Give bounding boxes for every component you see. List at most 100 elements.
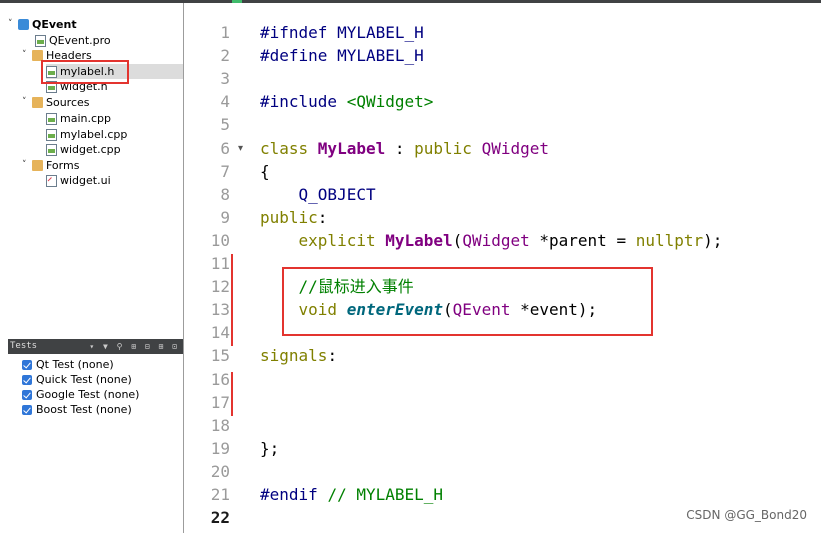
checkbox[interactable]	[22, 404, 32, 415]
line-number: 7	[220, 161, 230, 181]
project-name: QEvent	[32, 18, 77, 31]
chevron-down-icon[interactable]: ˅	[8, 17, 18, 32]
code-line[interactable]: Q_OBJECT	[260, 183, 376, 206]
tree-item-widget-cpp[interactable]: widget.cpp	[46, 142, 121, 157]
line-number: 2	[220, 46, 230, 66]
active-indicator	[232, 0, 242, 3]
line-number: 22	[210, 508, 230, 528]
code-token: QWidget	[481, 138, 550, 158]
line-number: 6	[220, 138, 230, 158]
source-file-icon	[46, 112, 57, 125]
code-token: #endif	[260, 485, 328, 504]
code-line[interactable]: {	[260, 160, 270, 183]
code-token: );	[703, 230, 723, 250]
line-number: 17	[210, 392, 230, 412]
line-number: 4	[220, 92, 230, 112]
code-line[interactable]: #define MYLABEL_H	[260, 44, 424, 67]
tree-item-widget-ui[interactable]: widget.ui	[46, 173, 111, 188]
line-number: 18	[210, 415, 230, 435]
line-number: 20	[210, 461, 230, 481]
test-item[interactable]: Qt Test (none)	[22, 357, 114, 372]
checkbox[interactable]	[22, 389, 32, 400]
folder-icon	[32, 160, 43, 171]
code-line[interactable]: signals:	[260, 344, 337, 367]
line-number: 10	[210, 230, 230, 250]
code-token: #include	[260, 92, 347, 112]
sources-folder-label: Sources	[46, 96, 90, 109]
tree-folder-forms[interactable]: ˅ Forms	[22, 158, 79, 173]
test-label: Quick Test (none)	[36, 373, 132, 386]
line-number: 11	[210, 254, 230, 273]
code-token: };	[260, 438, 280, 458]
code-line[interactable]: #include <QWidget>	[260, 90, 433, 113]
code-token: :	[317, 207, 328, 227]
tests-toolbar[interactable]: ▾ ▼ ⚲ ⊞ ⊟ ⊞ ⊡	[89, 339, 179, 354]
code-line[interactable]: explicit MyLabel(QWidget *parent = nullp…	[260, 229, 723, 252]
pro-file-label: QEvent.pro	[49, 34, 111, 47]
fold-arrow-icon[interactable]: ▾	[238, 143, 243, 154]
file-label: mylabel.cpp	[60, 128, 128, 141]
line-number: 14	[210, 323, 230, 343]
highlight-box-enter-event	[282, 267, 653, 336]
test-label: Qt Test (none)	[36, 358, 114, 371]
file-label: widget.ui	[60, 174, 111, 187]
code-line[interactable]: public:	[260, 206, 327, 229]
forms-folder-label: Forms	[46, 159, 80, 172]
change-marker	[231, 372, 233, 416]
chevron-down-icon[interactable]: ˅	[22, 95, 32, 110]
code-token: nullptr	[635, 230, 704, 250]
code-line[interactable]: #ifndef MYLABEL_H	[260, 21, 424, 44]
chevron-down-icon[interactable]: ˅	[22, 158, 32, 173]
checkbox[interactable]	[22, 359, 32, 370]
test-item[interactable]: Quick Test (none)	[22, 372, 132, 387]
tree-item-main-cpp[interactable]: main.cpp	[46, 111, 111, 126]
code-token: *parent =	[529, 230, 636, 250]
change-marker	[231, 254, 233, 346]
checkbox[interactable]	[22, 374, 32, 385]
file-label: widget.cpp	[60, 143, 121, 156]
line-number: 1	[220, 23, 230, 42]
code-token: (	[452, 230, 463, 250]
code-token: :	[385, 138, 415, 158]
folder-icon	[32, 97, 43, 108]
code-token: MyLabel	[385, 230, 453, 250]
code-token: signals	[260, 346, 328, 366]
source-file-icon	[46, 143, 57, 156]
code-token: public	[414, 138, 482, 158]
code-token: public	[260, 207, 318, 227]
code-token: #ifndef MYLABEL_H	[260, 23, 424, 42]
code-token: {	[260, 161, 270, 181]
tree-project-root[interactable]: ˅ QEvent	[8, 17, 77, 32]
test-item[interactable]: Boost Test (none)	[22, 402, 132, 417]
code-line[interactable]: };	[260, 437, 279, 460]
code-token: :	[327, 346, 338, 366]
code-line[interactable]: #endif // MYLABEL_H	[260, 483, 443, 506]
pro-file-icon	[35, 34, 46, 47]
tests-panel-header: Tests ▾ ▼ ⚲ ⊞ ⊟ ⊞ ⊡	[8, 339, 183, 354]
code-token: QWidget	[462, 230, 530, 250]
line-number: 16	[210, 369, 230, 389]
code-token: #define MYLABEL_H	[260, 46, 424, 66]
form-file-icon	[46, 174, 57, 187]
tests-title: Tests	[10, 341, 38, 351]
source-file-icon	[46, 128, 57, 141]
tree-folder-sources[interactable]: ˅ Sources	[22, 95, 90, 110]
chevron-down-icon[interactable]: ˅	[22, 48, 32, 63]
tree-item-mylabel-cpp[interactable]: mylabel.cpp	[46, 127, 127, 142]
tree-item-pro-file[interactable]: QEvent.pro	[35, 33, 111, 48]
code-line[interactable]: class MyLabel : public QWidget	[260, 137, 549, 160]
line-number: 19	[210, 438, 230, 458]
line-number: 8	[220, 184, 230, 204]
line-number: 13	[210, 300, 230, 320]
line-number: 5	[220, 115, 230, 135]
code-token: <QWidget>	[346, 92, 434, 112]
test-label: Google Test (none)	[36, 388, 140, 401]
file-label: main.cpp	[60, 112, 111, 125]
test-item[interactable]: Google Test (none)	[22, 387, 139, 402]
highlight-box-mylabel	[41, 60, 129, 84]
line-number: 12	[210, 277, 230, 297]
watermark: CSDN @GG_Bond20	[686, 508, 807, 522]
line-number: 3	[220, 69, 230, 89]
project-icon	[18, 19, 29, 30]
code-token: class	[260, 138, 318, 158]
